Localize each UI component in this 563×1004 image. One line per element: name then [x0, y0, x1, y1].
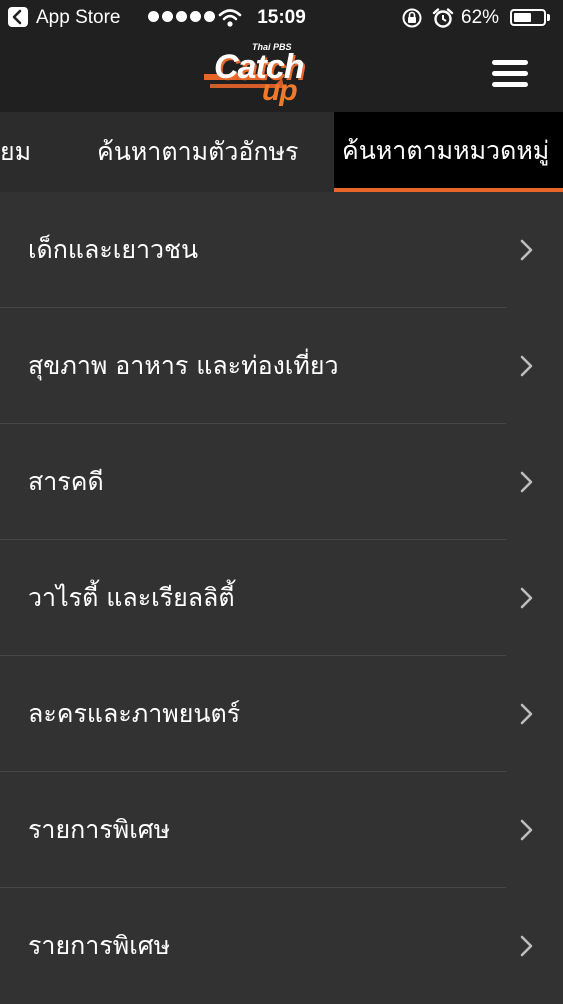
battery-percent: 62% — [461, 7, 500, 28]
tab-search-by-letter[interactable]: ค้นหาตามตัวอักษร — [97, 112, 298, 192]
list-item[interactable]: รายการพิเศษ — [0, 888, 563, 1004]
list-item[interactable]: สุขภาพ อาหาร และท่องเที่ยว — [0, 308, 563, 424]
app-header: Thai PBS Catch up — [0, 36, 563, 112]
category-label: เด็กและเยาวชน — [28, 235, 199, 264]
category-label: ละครและภาพยนตร์ — [28, 699, 241, 728]
chevron-right-icon — [520, 355, 533, 377]
status-bar: App Store 15:09 62% — [0, 0, 563, 36]
category-label: รายการพิเศษ — [28, 931, 171, 960]
chevron-right-icon — [520, 935, 533, 957]
logo-up: up — [262, 74, 298, 107]
chevron-right-icon — [520, 471, 533, 493]
list-item[interactable]: วาไรตี้ และเรียลลิตี้ — [0, 540, 563, 656]
battery-tip — [547, 14, 550, 21]
list-item[interactable]: รายการพิเศษ — [0, 772, 563, 888]
battery-fill — [514, 13, 532, 22]
category-list: เด็กและเยาวชน สุขภาพ อาหาร และท่องเที่ยว… — [0, 192, 563, 1004]
category-label: วาไรตี้ และเรียลลิตี้ — [28, 583, 235, 612]
chevron-right-icon — [520, 703, 533, 725]
hamburger-menu-icon[interactable] — [490, 56, 530, 92]
category-tabs: ยม ค้นหาตามตัวอักษร ค้นหาตามหมวดหมู่ — [0, 112, 563, 192]
list-item[interactable]: สารคดี — [0, 424, 563, 540]
chevron-right-icon — [520, 587, 533, 609]
category-label: รายการพิเศษ — [28, 815, 171, 844]
chevron-right-icon — [520, 239, 533, 261]
chevron-right-icon — [520, 819, 533, 841]
list-item[interactable]: ละครและภาพยนตร์ — [0, 656, 563, 772]
category-label: สารคดี — [28, 467, 104, 496]
tab-popular[interactable]: ยม — [0, 112, 31, 192]
list-item[interactable]: เด็กและเยาวชน — [0, 192, 563, 308]
battery-icon — [510, 9, 546, 26]
tab-search-by-category[interactable]: ค้นหาตามหมวดหมู่ — [334, 112, 563, 192]
alarm-icon — [432, 8, 454, 28]
orientation-lock-icon — [402, 8, 422, 28]
category-label: สุขภาพ อาหาร และท่องเที่ยว — [28, 351, 339, 380]
catch-up-logo[interactable]: Thai PBS Catch up — [200, 40, 324, 108]
